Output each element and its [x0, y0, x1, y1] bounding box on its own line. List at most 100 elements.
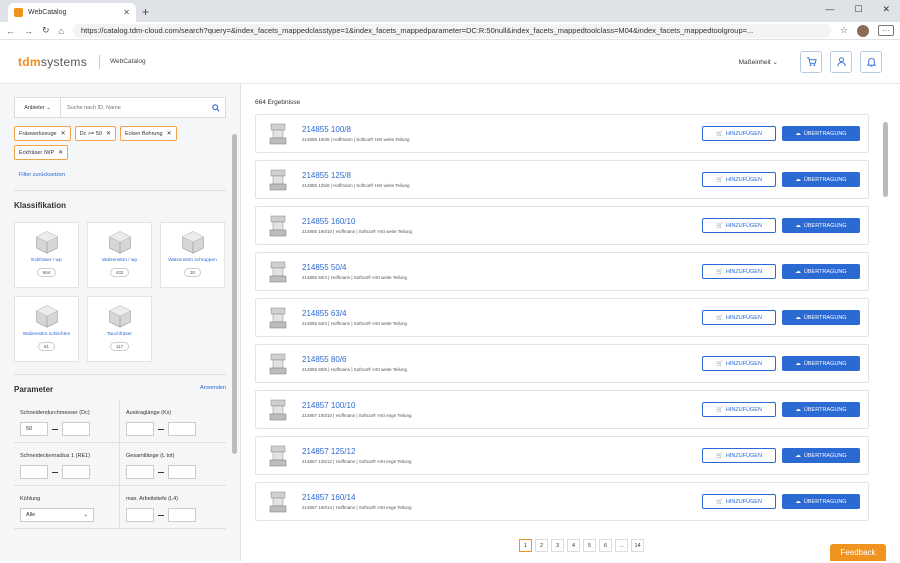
- transfer-button[interactable]: ☁ ÜBERTRAGUNG: [782, 310, 860, 325]
- add-to-cart-button[interactable]: 🛒 HINZUFÜGEN: [702, 448, 776, 463]
- transfer-button[interactable]: ☁ ÜBERTRAGUNG: [782, 494, 860, 509]
- param-to-input[interactable]: [62, 422, 90, 436]
- page-button[interactable]: 5: [583, 539, 596, 552]
- result-title[interactable]: 214857 100/10: [302, 401, 412, 410]
- transfer-button[interactable]: ☁ ÜBERTRAGUNG: [782, 172, 860, 187]
- add-to-cart-button[interactable]: 🛒 HINZUFÜGEN: [702, 402, 776, 417]
- param-from-input[interactable]: [126, 508, 154, 522]
- result-title[interactable]: 214857 160/14: [302, 493, 412, 502]
- feedback-button[interactable]: Feedback: [830, 544, 886, 561]
- transfer-button[interactable]: ☁ ÜBERTRAGUNG: [782, 126, 860, 141]
- home-icon[interactable]: ⌂: [59, 26, 64, 36]
- tab-close-icon[interactable]: ✕: [123, 8, 130, 17]
- add-label: HINZUFÜGEN: [725, 176, 762, 183]
- add-to-cart-button[interactable]: 🛒 HINZUFÜGEN: [702, 356, 776, 371]
- page-button[interactable]: 4: [567, 539, 580, 552]
- tool-thumbnail-icon: [264, 258, 292, 286]
- result-subtitle: 214855 63/4 | Hoffmann | Softcut® HSI we…: [302, 321, 408, 326]
- page-button[interactable]: 2: [535, 539, 548, 552]
- class-card[interactable]: Walzenstirn / wp 432: [87, 222, 152, 288]
- result-row[interactable]: 214857 160/14 214857 160/14 | Hoffmann |…: [255, 482, 869, 521]
- filter-chip[interactable]: Dc >= 50 ✕: [74, 126, 116, 141]
- cart-button[interactable]: [800, 50, 822, 73]
- range-dash: [158, 428, 164, 430]
- page-button[interactable]: 14: [631, 539, 644, 552]
- add-to-cart-button[interactable]: 🛒 HINZUFÜGEN: [702, 264, 776, 279]
- result-title[interactable]: 214855 63/4: [302, 309, 407, 318]
- maximize-icon[interactable]: ☐: [854, 4, 862, 15]
- param-to-input[interactable]: [62, 465, 90, 479]
- transfer-button[interactable]: ☁ ÜBERTRAGUNG: [782, 448, 860, 463]
- browser-menu-icon[interactable]: ···: [878, 25, 894, 36]
- page-button[interactable]: 3: [551, 539, 564, 552]
- sidebar-scrollbar[interactable]: [232, 134, 237, 454]
- result-row[interactable]: 214855 80/6 214855 80/6 | Hoffmann | Sof…: [255, 344, 869, 383]
- transfer-button[interactable]: ☁ ÜBERTRAGUNG: [782, 356, 860, 371]
- result-row[interactable]: 214857 100/10 214857 100/10 | Hoffmann |…: [255, 390, 869, 429]
- result-row[interactable]: 214855 100/8 214855 100/8 | Hoffmann | S…: [255, 114, 869, 153]
- forward-icon[interactable]: →: [24, 26, 33, 36]
- param-from-input[interactable]: [126, 422, 154, 436]
- class-card[interactable]: Walzenstirn schlichten 61: [14, 296, 79, 362]
- transfer-button[interactable]: ☁ ÜBERTRAGUNG: [782, 218, 860, 233]
- search-input[interactable]: [61, 98, 207, 117]
- add-to-cart-button[interactable]: 🛒 HINZUFÜGEN: [702, 310, 776, 325]
- minimize-icon[interactable]: —: [825, 4, 834, 15]
- param-to-input[interactable]: [168, 508, 196, 522]
- class-label: Walzenstirn / wp: [101, 258, 137, 263]
- transfer-button[interactable]: ☁ ÜBERTRAGUNG: [782, 402, 860, 417]
- reset-filters-link[interactable]: Filter zurücksetzen: [19, 172, 226, 178]
- param-from-input[interactable]: [126, 465, 154, 479]
- tdm-logo[interactable]: tdmsystems: [18, 55, 87, 69]
- result-row[interactable]: 214855 125/8 214855 125/8 | Hoffmann | S…: [255, 160, 869, 199]
- result-title[interactable]: 214855 100/8: [302, 125, 410, 134]
- add-to-cart-button[interactable]: 🛒 HINZUFÜGEN: [702, 126, 776, 141]
- favorites-icon[interactable]: ☆: [840, 25, 848, 36]
- close-window-icon[interactable]: ✕: [882, 4, 890, 15]
- param-from-input[interactable]: 50: [20, 422, 48, 436]
- result-row[interactable]: 214855 63/4 214855 63/4 | Hoffmann | Sof…: [255, 298, 869, 337]
- page-button[interactable]: 6: [599, 539, 612, 552]
- chip-remove-icon[interactable]: ✕: [167, 130, 172, 137]
- param-from-input[interactable]: [20, 465, 48, 479]
- result-row[interactable]: 214855 50/4 214855 50/4 | Hoffmann | Sof…: [255, 252, 869, 291]
- search-icon[interactable]: [207, 98, 225, 117]
- add-to-cart-button[interactable]: 🛒 HINZUFÜGEN: [702, 494, 776, 509]
- notifications-button[interactable]: [860, 50, 882, 73]
- profile-avatar[interactable]: [857, 24, 869, 37]
- transfer-button[interactable]: ☁ ÜBERTRAGUNG: [782, 264, 860, 279]
- unit-dropdown[interactable]: Maßeinheit ⌄: [739, 58, 778, 66]
- page-button[interactable]: 1: [519, 539, 532, 552]
- apply-link[interactable]: Anwenden: [200, 385, 226, 394]
- provider-select[interactable]: Anbieter ⌄: [15, 98, 61, 117]
- class-card[interactable]: Walzenstirn schruppen 30: [160, 222, 225, 288]
- chip-remove-icon[interactable]: ✕: [106, 130, 111, 137]
- result-title[interactable]: 214855 50/4: [302, 263, 407, 272]
- add-to-cart-button[interactable]: 🛒 HINZUFÜGEN: [702, 172, 776, 187]
- chip-remove-icon[interactable]: ✕: [58, 149, 63, 156]
- reload-icon[interactable]: ↻: [42, 25, 50, 36]
- filter-chip[interactable]: Ecken Bohrung ✕: [120, 126, 177, 141]
- param-to-input[interactable]: [168, 465, 196, 479]
- cooling-select[interactable]: Alle ⌄: [20, 508, 94, 522]
- result-title[interactable]: 214855 160/10: [302, 217, 412, 226]
- results-scrollbar[interactable]: [883, 122, 888, 197]
- result-title[interactable]: 214857 125/12: [302, 447, 412, 456]
- filter-chip[interactable]: Eckfräser /WP ✕: [14, 145, 69, 160]
- param-to-input[interactable]: [168, 422, 196, 436]
- new-tab-button[interactable]: +: [142, 3, 149, 22]
- user-button[interactable]: [830, 50, 852, 73]
- chip-remove-icon[interactable]: ✕: [61, 130, 66, 137]
- browser-tab[interactable]: WebCatalog ✕: [8, 3, 136, 22]
- result-row[interactable]: 214855 160/10 214855 160/10 | Hoffmann |…: [255, 206, 869, 245]
- result-title[interactable]: 214855 80/6: [302, 355, 407, 364]
- add-to-cart-button[interactable]: 🛒 HINZUFÜGEN: [702, 218, 776, 233]
- url-field[interactable]: https://catalog.tdm-cloud.com/search?que…: [72, 23, 831, 38]
- page-button[interactable]: ...: [615, 539, 628, 552]
- back-icon[interactable]: ←: [6, 26, 15, 36]
- class-card[interactable]: Tauchfräser 117: [87, 296, 152, 362]
- result-row[interactable]: 214857 125/12 214857 125/12 | Hoffmann |…: [255, 436, 869, 475]
- class-card[interactable]: Eckfräser / wp 664: [14, 222, 79, 288]
- filter-chip[interactable]: Fräswerkzeuge ✕: [14, 126, 71, 141]
- result-title[interactable]: 214855 125/8: [302, 171, 410, 180]
